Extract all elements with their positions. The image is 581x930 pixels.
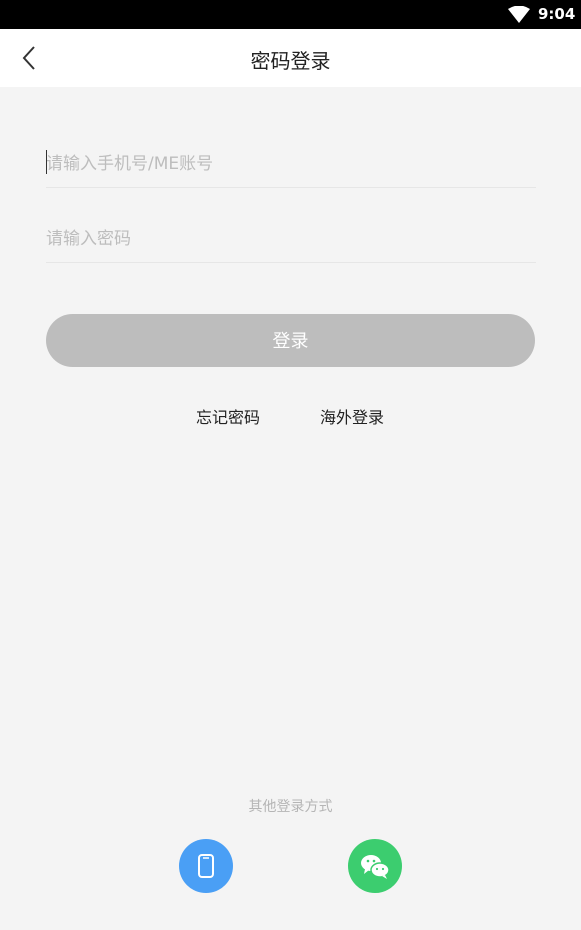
wechat-login-button[interactable]	[348, 839, 402, 893]
phone-field[interactable]	[46, 141, 536, 188]
phone-login-button[interactable]	[179, 839, 233, 893]
login-button[interactable]: 登录	[46, 314, 535, 367]
status-bar: 9:04	[0, 0, 581, 29]
password-field[interactable]	[46, 216, 536, 263]
wechat-icon	[361, 855, 390, 879]
password-input[interactable]	[46, 216, 536, 262]
phone-input[interactable]	[46, 141, 536, 187]
phone-icon	[198, 854, 214, 878]
status-time: 9:04	[538, 5, 576, 23]
other-login-label: 其他登录方式	[248, 799, 333, 815]
wifi-icon	[508, 6, 530, 23]
text-cursor	[46, 150, 47, 174]
overseas-login-link[interactable]: 海外登录	[320, 404, 384, 428]
nav-bar: 密码登录	[0, 29, 581, 87]
page-title: 密码登录	[250, 49, 331, 73]
forgot-password-link[interactable]: 忘记密码	[196, 404, 260, 428]
